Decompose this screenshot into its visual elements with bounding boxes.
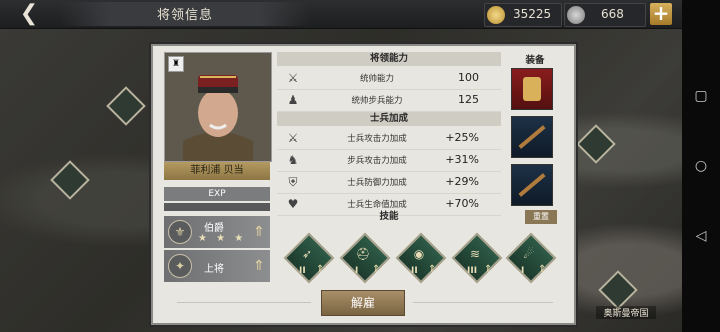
upgrade-arrow-icon[interactable]: ⇑ <box>252 257 266 275</box>
infantry-attack-icon: ♞ <box>287 153 299 167</box>
system-nav-bar: ▢ ○ ◁ <box>682 0 720 332</box>
military-rank-icon: ✦ <box>168 254 192 278</box>
skills-header: 技能 <box>379 211 399 222</box>
stat-row: ⛨ 士兵防御力加成 +29% <box>277 171 501 194</box>
skill-level: II <box>299 266 306 276</box>
noble-title: 伯爵 <box>204 223 224 234</box>
home-icon[interactable]: ○ <box>693 158 709 174</box>
rifle-equipment-slot[interactable] <box>511 164 553 206</box>
page-title: 将领信息 <box>156 8 213 23</box>
title-rank-row[interactable]: ⚜ 伯爵 ★ ★ ★ ⇑ <box>164 216 270 248</box>
reset-button[interactable]: 重置 <box>525 210 557 224</box>
upgrade-arrow-icon: ⇑ <box>428 264 437 275</box>
skill-level: II <box>411 266 418 276</box>
military-rank: 上将 <box>204 264 224 275</box>
upgrade-arrow-icon: ⇑ <box>372 264 381 275</box>
charge-skill-icon: ➶ <box>301 247 313 261</box>
stat-label: 统帅步兵能力 <box>351 96 403 106</box>
skill-level: I <box>521 266 525 276</box>
attack-icon: ⚔ <box>287 131 299 145</box>
gold-coin-icon <box>487 6 505 24</box>
silver-counter: 668 <box>564 3 646 27</box>
stat-value: 125 <box>458 93 479 106</box>
gold-amount: 35225 <box>513 7 552 21</box>
wave-skill-icon: ≋ <box>469 247 481 261</box>
stat-row: ⚔ 统帅能力 100 <box>277 67 501 90</box>
stat-value: +25% <box>445 131 479 144</box>
silver-amount: 668 <box>601 7 624 21</box>
soldier-bonus-header: 士兵加成 <box>277 112 501 126</box>
divider-line <box>177 302 311 303</box>
silver-coin-icon <box>567 6 585 24</box>
general-info-panel: ♜ 菲利浦 贝当 EXP ⚜ 伯爵 ★ ★ ★ ⇑ ✦ 上将 ⇑ 将领能力 ⚔ … <box>151 44 576 325</box>
general-portrait: ♜ <box>164 52 272 162</box>
stat-label: 步兵攻击力加成 <box>347 156 407 166</box>
back-arrow-icon[interactable]: ❮ <box>14 2 44 26</box>
equipment-header: 装备 <box>525 55 545 66</box>
skill-slot[interactable]: ≋ III ⇑ <box>451 232 503 284</box>
rank-stars: ★ ★ ★ <box>198 233 247 244</box>
helmet-skill-icon: ⛑ <box>355 247 371 261</box>
upgrade-arrow-icon: ⇑ <box>484 264 493 275</box>
gold-counter: 35225 <box>484 3 562 27</box>
skill-slot[interactable]: ☄ I ⇑ <box>505 232 557 284</box>
map-region-label[interactable]: 奥斯曼帝国 <box>596 306 656 319</box>
stat-row: ♟ 统帅步兵能力 125 <box>277 89 501 112</box>
upgrade-arrow-icon: ⇑ <box>538 264 547 275</box>
general-badge-icon: ♜ <box>168 56 184 72</box>
general-ability-header: 将领能力 <box>277 52 501 66</box>
stat-value: +70% <box>445 197 479 210</box>
divider-line <box>413 302 553 303</box>
defense-icon: ⛨ <box>288 175 298 189</box>
medal-equipment-slot[interactable] <box>511 68 553 110</box>
stat-row: ⚔ 士兵攻击力加成 +25% <box>277 127 501 150</box>
crossed-swords-icon: ⚔ <box>287 71 299 85</box>
artillery-skill-icon: ☄ <box>523 247 535 261</box>
skill-slot[interactable]: ⛑ I ⇑ <box>339 232 391 284</box>
stat-value: +29% <box>445 175 479 188</box>
back-nav-icon[interactable]: ◁ <box>693 228 709 244</box>
military-rank-row[interactable]: ✦ 上将 ⇑ <box>164 250 270 282</box>
plus-icon[interactable]: + <box>650 3 672 25</box>
upgrade-arrow-icon[interactable]: ⇑ <box>252 223 266 241</box>
general-name: 菲利浦 贝当 <box>164 162 270 180</box>
stat-label: 士兵防御力加成 <box>347 178 407 188</box>
dismiss-button[interactable]: 解雇 <box>321 290 405 316</box>
stat-label: 士兵攻击力加成 <box>347 134 407 144</box>
stat-value: +31% <box>445 153 479 166</box>
top-bar: ❮ 将领信息 35225 668 + <box>0 0 720 29</box>
skill-level: III <box>467 266 478 276</box>
stat-label: 士兵生命值加成 <box>347 200 407 210</box>
laurel-helmet-icon: ⚜ <box>168 220 192 244</box>
medal-icon <box>523 77 541 101</box>
rifle-icon <box>518 173 546 197</box>
skill-slot[interactable]: ➶ II ⇑ <box>283 232 335 284</box>
skill-level: I <box>355 266 359 276</box>
eye-skill-icon: ◉ <box>413 247 425 261</box>
rifle-equipment-slot[interactable] <box>511 116 553 158</box>
exp-progress-bar <box>164 203 270 211</box>
upgrade-arrow-icon: ⇑ <box>316 264 325 275</box>
infantry-icon: ♟ <box>287 93 299 107</box>
exp-label: EXP <box>164 187 270 201</box>
stat-label: 统帅能力 <box>359 74 394 84</box>
stat-row: ♞ 步兵攻击力加成 +31% <box>277 149 501 172</box>
stat-value: 100 <box>458 71 479 84</box>
recents-icon[interactable]: ▢ <box>693 88 709 104</box>
skill-slot[interactable]: ◉ II ⇑ <box>395 232 447 284</box>
rifle-icon <box>518 125 546 149</box>
